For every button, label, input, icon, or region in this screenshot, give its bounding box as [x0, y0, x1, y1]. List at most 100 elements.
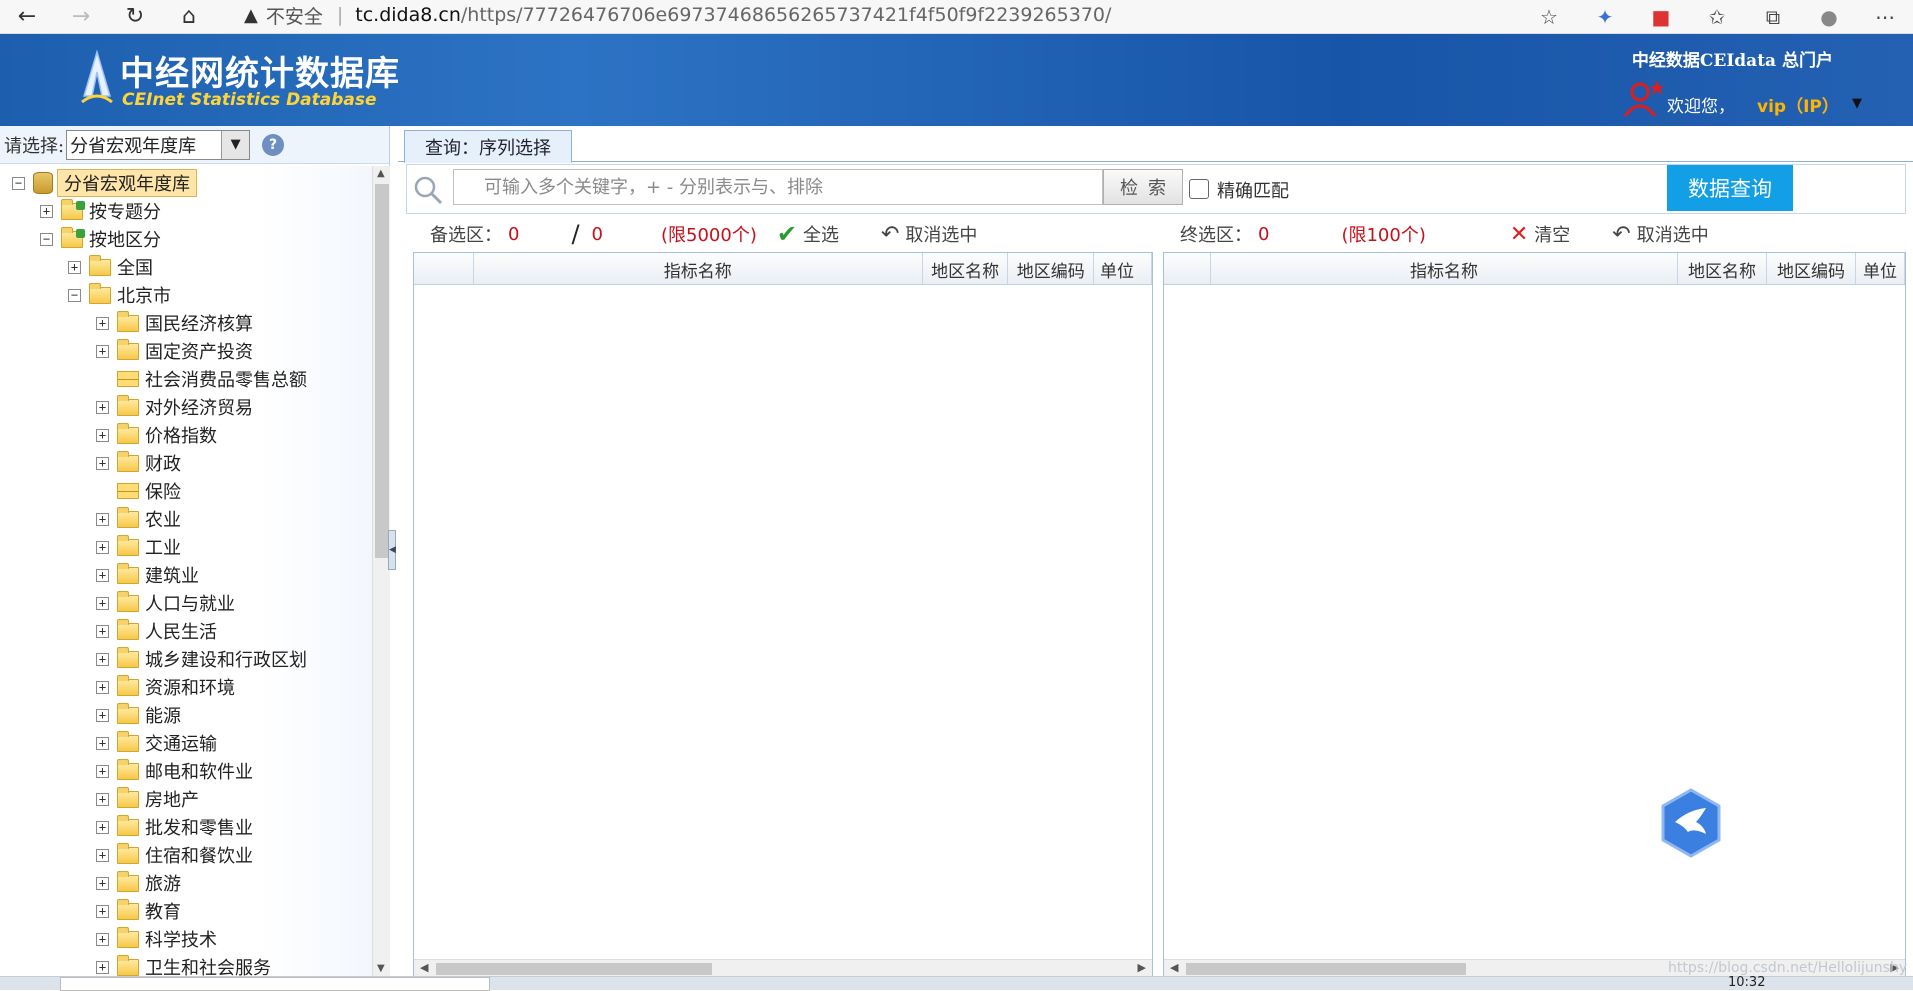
scroll-down-icon[interactable]: ▼: [377, 963, 385, 974]
collapse-icon[interactable]: −: [68, 288, 81, 302]
expand-icon[interactable]: +: [96, 652, 109, 666]
extension-bird-icon[interactable]: ✦: [1577, 5, 1633, 29]
candidate-col-unit[interactable]: 单位: [1094, 253, 1152, 284]
floating-assistant-icon[interactable]: [1660, 788, 1722, 858]
candidate-deselect-button[interactable]: ↶ 取消选中: [881, 221, 977, 247]
tree-node[interactable]: − 北京市: [68, 282, 171, 308]
tree-node[interactable]: + 教育: [96, 898, 181, 924]
expand-icon[interactable]: +: [96, 876, 109, 890]
tree-node[interactable]: + 国民经济核算: [96, 310, 253, 336]
tree-node[interactable]: + 邮电和软件业: [96, 758, 253, 784]
scroll-left-icon[interactable]: ◀: [1170, 961, 1178, 974]
expand-icon[interactable]: +: [96, 792, 109, 806]
expand-icon[interactable]: +: [96, 456, 109, 470]
favorites-icon[interactable]: ✩: [1689, 5, 1745, 29]
tree-node[interactable]: + 住宿和餐饮业: [96, 842, 253, 868]
tree-node[interactable]: + 价格指数: [96, 422, 217, 448]
tree-node[interactable]: + 全国: [68, 254, 153, 280]
tree-node[interactable]: 保险: [96, 478, 181, 504]
expand-icon[interactable]: +: [96, 848, 109, 862]
extension-red-icon[interactable]: ■: [1633, 5, 1689, 29]
final-col-region-name[interactable]: 地区名称: [1678, 253, 1767, 284]
final-hscroll-thumb[interactable]: [1186, 963, 1466, 975]
collapse-icon[interactable]: −: [12, 176, 25, 190]
tree-node[interactable]: + 交通运输: [96, 730, 217, 756]
tree-node[interactable]: + 建筑业: [96, 562, 199, 588]
scroll-right-icon[interactable]: ▶: [1138, 961, 1146, 974]
portal-link[interactable]: 中经数据CEIdata 总门户: [1632, 46, 1833, 71]
expand-icon[interactable]: +: [96, 568, 109, 582]
candidate-hscrollbar[interactable]: ◀ ▶: [414, 959, 1152, 977]
tree-node[interactable]: + 能源: [96, 702, 181, 728]
expand-icon[interactable]: +: [96, 820, 109, 834]
candidate-col-indicator[interactable]: 指标名称: [474, 253, 923, 284]
tree-node[interactable]: 社会消费品零售总额: [96, 366, 307, 392]
clear-button[interactable]: ✕ 清空: [1510, 221, 1570, 247]
tree-node[interactable]: + 卫生和社会服务: [96, 954, 271, 976]
chevron-down-icon[interactable]: ▼: [1852, 96, 1862, 111]
tree-node[interactable]: + 旅游: [96, 870, 181, 896]
refresh-button[interactable]: ↻: [108, 0, 162, 34]
tree-node[interactable]: + 农业: [96, 506, 181, 532]
tree-node[interactable]: + 房地产: [96, 786, 199, 812]
expand-icon[interactable]: +: [96, 316, 109, 330]
chevron-down-icon[interactable]: ▼: [221, 130, 250, 159]
exact-match-checkbox[interactable]: [1189, 179, 1209, 199]
scroll-left-icon[interactable]: ◀: [420, 961, 428, 974]
expand-icon[interactable]: +: [40, 204, 53, 218]
tree-scroll-thumb[interactable]: [375, 184, 389, 558]
expand-icon[interactable]: +: [96, 736, 109, 750]
expand-icon[interactable]: +: [96, 904, 109, 918]
home-button[interactable]: ⌂: [162, 0, 216, 34]
expand-icon[interactable]: +: [96, 428, 109, 442]
expand-icon[interactable]: +: [96, 932, 109, 946]
search-input[interactable]: [453, 169, 1103, 205]
forward-button[interactable]: →: [54, 0, 108, 34]
taskbar-search[interactable]: [60, 977, 490, 991]
database-select[interactable]: 分省宏观年度库 ▼: [66, 129, 251, 160]
tree-node[interactable]: + 资源和环境: [96, 674, 235, 700]
tree-node[interactable]: + 城乡建设和行政区划: [96, 646, 307, 672]
final-col-region-code[interactable]: 地区编码: [1767, 253, 1856, 284]
scroll-up-icon[interactable]: ▲: [377, 168, 385, 179]
tree-node[interactable]: + 对外经济贸易: [96, 394, 253, 420]
more-icon[interactable]: ⋯: [1857, 5, 1913, 29]
collections-icon[interactable]: ⧉: [1745, 5, 1801, 29]
tree-node[interactable]: + 科学技术: [96, 926, 217, 952]
final-col-select[interactable]: [1164, 253, 1211, 284]
tree-node[interactable]: − 按地区分: [40, 226, 161, 252]
expand-icon[interactable]: +: [96, 540, 109, 554]
expand-icon[interactable]: +: [96, 680, 109, 694]
tree-node[interactable]: + 工业: [96, 534, 181, 560]
expand-icon[interactable]: +: [96, 512, 109, 526]
tree-node[interactable]: + 按专题分: [40, 198, 161, 224]
candidate-col-region-name[interactable]: 地区名称: [923, 253, 1009, 284]
candidate-col-region-code[interactable]: 地区编码: [1008, 253, 1095, 284]
expand-icon[interactable]: +: [96, 960, 109, 974]
expand-icon[interactable]: +: [96, 764, 109, 778]
expand-icon[interactable]: +: [96, 400, 109, 414]
collapse-icon[interactable]: −: [40, 232, 53, 246]
select-all-button[interactable]: ✔ 全选: [777, 220, 839, 248]
tree-node[interactable]: + 人口与就业: [96, 590, 235, 616]
address-bar[interactable]: ▲ 不安全 | tc.dida8.cn/https/77726476706e69…: [244, 0, 1111, 30]
expand-icon[interactable]: +: [96, 344, 109, 358]
candidate-hscroll-thumb[interactable]: [436, 963, 712, 975]
favorite-add-icon[interactable]: ☆: [1521, 5, 1577, 29]
expand-icon[interactable]: +: [96, 708, 109, 722]
search-button[interactable]: 检索: [1103, 169, 1183, 205]
tree-node[interactable]: + 人民生活: [96, 618, 217, 644]
final-deselect-button[interactable]: ↶ 取消选中: [1612, 221, 1708, 247]
help-icon[interactable]: ?: [262, 133, 285, 156]
tree-node[interactable]: + 财政: [96, 450, 181, 476]
candidate-col-select[interactable]: [414, 253, 474, 284]
tree-node[interactable]: − 分省宏观年度库: [12, 169, 197, 197]
expand-icon[interactable]: +: [96, 624, 109, 638]
expand-icon[interactable]: +: [68, 260, 81, 274]
tree-node[interactable]: + 批发和零售业: [96, 814, 253, 840]
tab-series-select[interactable]: 查询：序列选择: [404, 130, 572, 163]
data-query-button[interactable]: 数据查询: [1667, 165, 1793, 211]
profile-icon[interactable]: ●: [1801, 5, 1857, 29]
expand-icon[interactable]: +: [96, 596, 109, 610]
user-name[interactable]: vip（IP）: [1757, 92, 1839, 117]
